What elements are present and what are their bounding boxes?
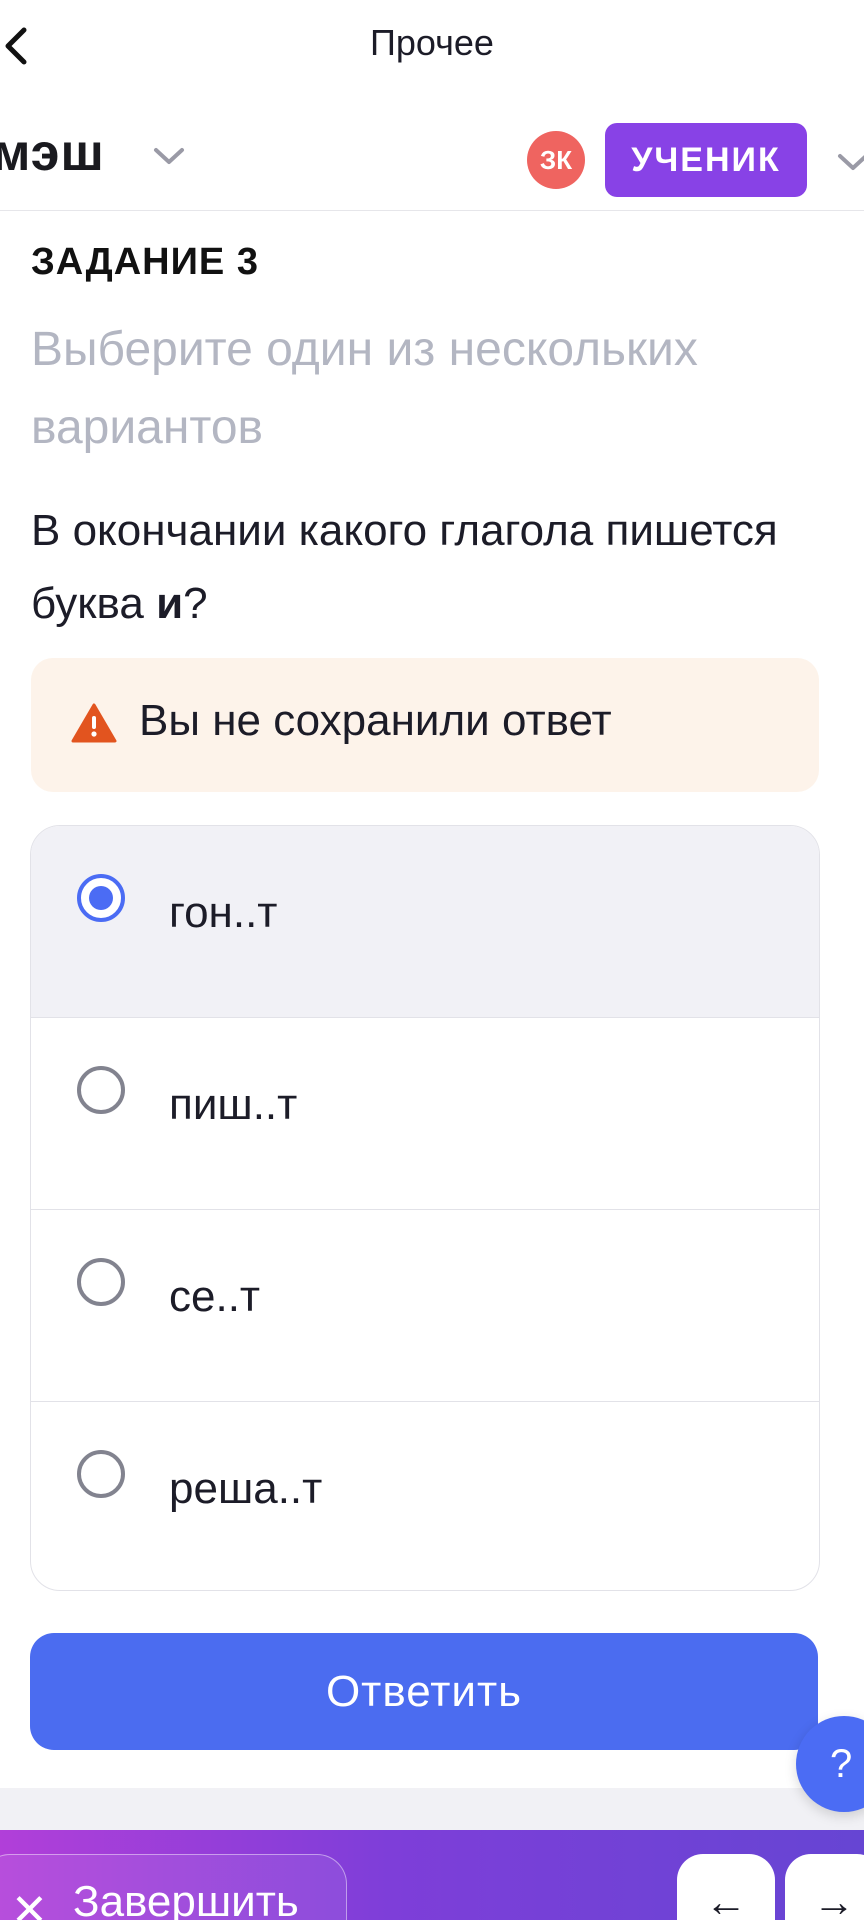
answer-options: гон..т пиш..т се..т реша..т (30, 825, 820, 1591)
option-label: гон..т (169, 888, 278, 937)
question-suffix: ? (183, 579, 208, 628)
task-title: ЗАДАНИЕ 3 (31, 241, 259, 283)
warning-icon (71, 703, 117, 743)
app-header: мэш ЗК УЧЕНИК (0, 95, 864, 211)
radio-button[interactable] (77, 1258, 125, 1306)
radio-button[interactable] (77, 1066, 125, 1114)
option-item[interactable]: пиш..т (31, 1018, 819, 1210)
close-icon: ✕ (11, 1886, 48, 1920)
option-label: пиш..т (169, 1080, 298, 1129)
task-hint: Выберите один из нескольких вариантов (31, 323, 698, 454)
role-chevron-down-icon[interactable] (836, 151, 864, 173)
finish-label: Завершить (73, 1877, 299, 1920)
question-letter: и (156, 579, 184, 628)
avatar[interactable]: ЗК (527, 131, 585, 189)
task-card: ЗАДАНИЕ 3 Выберите один из нескольких ва… (0, 211, 864, 1788)
option-item[interactable]: реша..т (31, 1402, 819, 1590)
option-item[interactable]: гон..т (31, 826, 819, 1018)
radio-button[interactable] (77, 1450, 125, 1498)
radio-button-checked[interactable] (77, 874, 125, 922)
question-text: В окончании какого глагола пишется буква… (31, 494, 821, 640)
question-prefix: В окончании какого глагола пишется буква (31, 506, 778, 628)
nav-title: Прочее (370, 22, 494, 63)
arrow-right-icon: → (813, 1878, 855, 1920)
next-button[interactable]: → (785, 1854, 864, 1920)
chevron-down-icon[interactable] (152, 145, 186, 167)
finish-button[interactable]: ✕ Завершить (0, 1854, 347, 1920)
option-label: реша..т (169, 1464, 323, 1513)
bottom-bar: ✕ Завершить ← → (0, 1830, 864, 1920)
app-logo[interactable]: мэш (0, 123, 105, 183)
option-label: се..т (169, 1272, 261, 1321)
warning-text: Вы не сохранили ответ (139, 696, 612, 745)
prev-button[interactable]: ← (677, 1854, 775, 1920)
unsaved-warning: Вы не сохранили ответ (31, 658, 819, 792)
option-item[interactable]: се..т (31, 1210, 819, 1402)
top-nav-bar: Прочее (0, 0, 864, 95)
role-badge[interactable]: УЧЕНИК (605, 123, 807, 197)
arrow-left-icon: ← (705, 1878, 747, 1920)
answer-button[interactable]: Ответить (30, 1633, 818, 1750)
